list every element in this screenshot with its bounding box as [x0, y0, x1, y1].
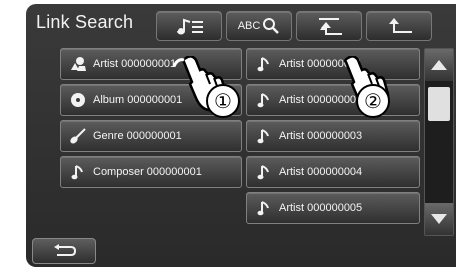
back-button[interactable] [32, 238, 96, 264]
top-bar: Link Search ABC [26, 4, 456, 44]
abc-search-label: ABC [237, 20, 261, 32]
magnifier-icon [263, 18, 280, 34]
step-callout-1: ① [206, 84, 240, 118]
list-item-label: Artist 000000003 [279, 130, 363, 142]
list-item-artist-5[interactable]: Artist 000000005 [246, 192, 420, 224]
list-item-label: Genre 000000001 [93, 130, 182, 142]
list-item-label: Artist 000000004 [279, 166, 363, 178]
album-disc-icon [67, 92, 89, 108]
link-search-screen: Link Search ABC Artist 000000001 Album 0… [26, 4, 456, 267]
abc-search-button[interactable]: ABC [226, 11, 292, 41]
guitar-icon [67, 128, 89, 144]
list-item-label: Artist 000000005 [279, 202, 363, 214]
step-callout-2: ② [356, 84, 390, 118]
scroll-thumb[interactable] [428, 87, 450, 121]
music-note-icon [253, 127, 275, 145]
list-item-composer-category[interactable]: Composer 000000001 [60, 156, 242, 188]
triangle-down-icon [431, 214, 447, 224]
list-item-label: Artist 000000001 [93, 58, 177, 70]
up-level-button[interactable] [296, 11, 362, 41]
music-note-icon [253, 199, 275, 217]
artist-icon [67, 56, 89, 72]
music-note-icon [253, 91, 275, 109]
up-level-icon [319, 18, 342, 35]
music-note-icon [253, 55, 275, 73]
list-item-artist-3[interactable]: Artist 000000003 [246, 120, 420, 152]
return-icon [389, 18, 412, 33]
music-list-icon [177, 18, 203, 35]
list-item-label: Album 000000001 [93, 94, 183, 106]
scrollbar[interactable] [424, 48, 454, 236]
music-note-icon [253, 163, 275, 181]
scroll-up-button[interactable] [425, 49, 453, 81]
list-item-genre-category[interactable]: Genre 000000001 [60, 120, 242, 152]
scroll-down-button[interactable] [425, 203, 453, 235]
music-note-icon [67, 163, 89, 181]
triangle-up-icon [431, 60, 447, 70]
list-item-artist-4[interactable]: Artist 000000004 [246, 156, 420, 188]
list-item-label: Composer 000000001 [93, 166, 202, 178]
screen-title: Link Search [36, 12, 134, 32]
back-arrow-icon [54, 244, 77, 256]
music-list-button[interactable] [156, 11, 222, 41]
return-button[interactable] [366, 11, 432, 41]
